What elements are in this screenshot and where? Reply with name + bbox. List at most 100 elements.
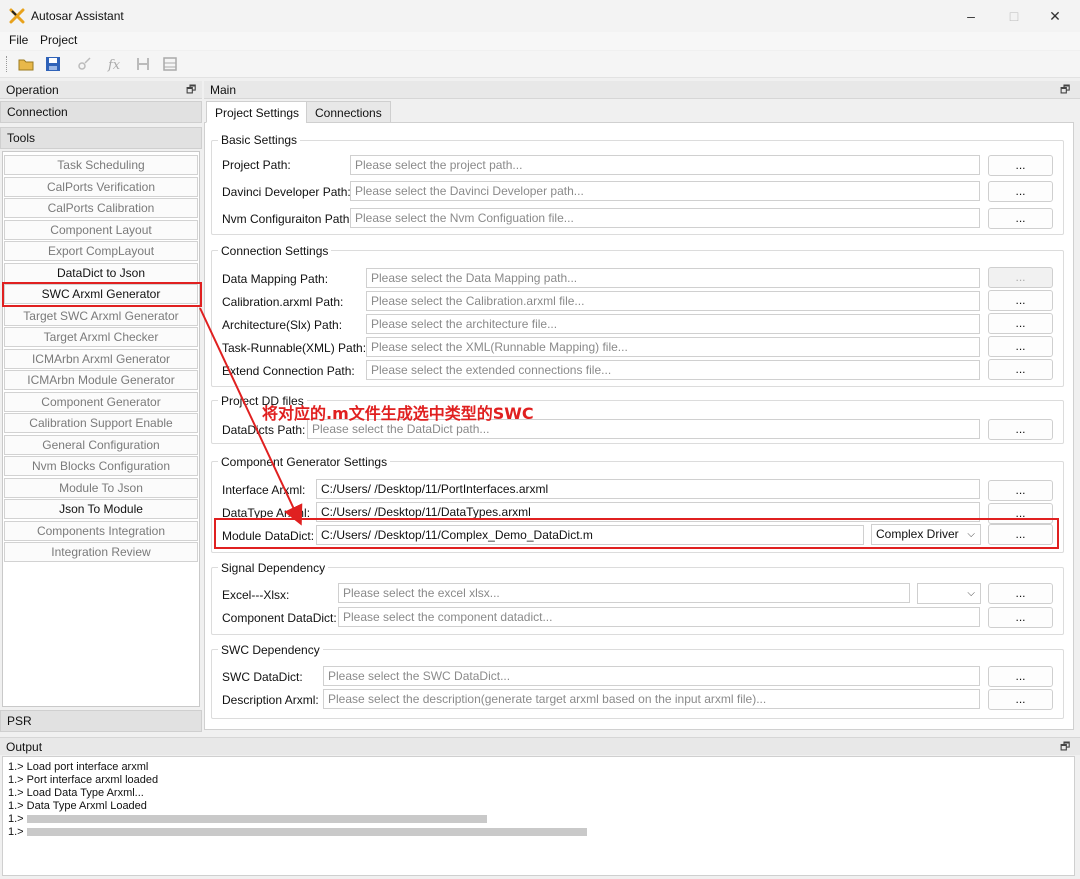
psr-section-button[interactable]: PSR [0, 710, 202, 732]
function-icon[interactable]: fx [106, 55, 124, 73]
tool-task-scheduling[interactable]: Task Scheduling [4, 155, 198, 175]
tool-component-layout[interactable]: Component Layout [4, 220, 198, 240]
tool-calibration-support-enable[interactable]: Calibration Support Enable [4, 413, 198, 433]
tools-section-button[interactable]: Tools [0, 127, 202, 149]
architecture-browse-button[interactable]: ... [988, 313, 1053, 334]
excel-xlsx-input[interactable]: Please select the excel xlsx... [338, 583, 910, 603]
architecture-input[interactable]: Please select the architecture file... [366, 314, 980, 334]
tool-export-complayout[interactable]: Export CompLayout [4, 241, 198, 261]
task-runnable-label: Task-Runnable(XML) Path: [222, 341, 367, 355]
float-dock-icon[interactable]: 🗗 [1060, 81, 1070, 99]
project-path-label: Project Path: [222, 158, 291, 172]
toolbar: fx [0, 51, 1080, 78]
project-path-input[interactable]: Please select the project path... [350, 155, 980, 175]
output-log[interactable]: 1.> Load port interface arxml 1.> Port i… [2, 756, 1075, 876]
tool-json-to-module[interactable]: Json To Module [4, 499, 198, 519]
log-line: 1.> Load port interface arxml [8, 761, 149, 773]
save-icon[interactable] [44, 55, 62, 73]
tool-target-swc-arxml-generator[interactable]: Target SWC Arxml Generator [4, 306, 198, 326]
nvm-path-input[interactable]: Please select the Nvm Configuation file.… [350, 208, 980, 228]
component-datadict-browse-button[interactable]: ... [988, 607, 1053, 628]
maximize-button[interactable]: □ [996, 4, 1032, 28]
tool-target-arxml-checker[interactable]: Target Arxml Checker [4, 327, 198, 347]
tool-icmarbn-module-generator[interactable]: ICMArbn Module Generator [4, 370, 198, 390]
main-dock-header: Main 🗗 [204, 81, 1080, 99]
redacted-text [26, 828, 587, 837]
operation-title: Operation [6, 83, 59, 97]
davinci-path-label: Davinci Developer Path: [222, 185, 351, 199]
log-line-prefix: 1.> [8, 826, 24, 838]
task-runnable-browse-button[interactable]: ... [988, 336, 1053, 357]
highlight-module-datadict-row [214, 518, 1059, 549]
description-arxml-label: Description Arxml: [222, 693, 319, 707]
log-line-prefix: 1.> [8, 813, 24, 825]
architecture-label: Architecture(Slx) Path: [222, 318, 343, 332]
component-generator-title: Component Generator Settings [218, 455, 391, 469]
highlight-swc-generator [2, 282, 202, 307]
float-dock-icon[interactable]: 🗗 [186, 81, 196, 99]
davinci-path-browse-button[interactable]: ... [988, 181, 1053, 202]
swc-dependency-title: SWC Dependency [218, 643, 323, 657]
task-runnable-input[interactable]: Please select the XML(Runnable Mapping) … [366, 337, 980, 357]
calibration-arxml-browse-button[interactable]: ... [988, 290, 1053, 311]
tool-calports-verification[interactable]: CalPorts Verification [4, 177, 198, 197]
close-button[interactable]: ✕ [1037, 4, 1073, 28]
chevron-down-icon: ⌵ [967, 588, 975, 599]
open-folder-icon[interactable] [17, 55, 35, 73]
app-logo-icon [9, 8, 25, 24]
float-dock-icon[interactable]: 🗗 [1060, 738, 1070, 756]
tool-module-to-json[interactable]: Module To Json [4, 478, 198, 498]
davinci-path-input[interactable]: Please select the Davinci Developer path… [350, 181, 980, 201]
extend-connection-browse-button[interactable]: ... [988, 359, 1053, 380]
tool-calports-calibration[interactable]: CalPorts Calibration [4, 198, 198, 218]
interface-arxml-browse-button[interactable]: ... [988, 480, 1053, 501]
tool-components-integration[interactable]: Components Integration [4, 521, 198, 541]
excel-sheet-select[interactable]: ⌵ [917, 583, 981, 604]
log-line: 1.> [8, 826, 1069, 839]
swc-datadict-browse-button[interactable]: ... [988, 666, 1053, 687]
tool-nvm-blocks-configuration[interactable]: Nvm Blocks Configuration [4, 456, 198, 476]
tool-icmarbn-arxml-generator[interactable]: ICMArbn Arxml Generator [4, 349, 198, 369]
datadicts-browse-button[interactable]: ... [988, 419, 1053, 440]
interface-arxml-input[interactable]: C:/Users/ /Desktop/11/PortInterfaces.arx… [316, 479, 980, 499]
merge-icon[interactable] [134, 55, 152, 73]
tool-datadict-to-json[interactable]: DataDict to Json [4, 263, 198, 283]
tool-component-generator[interactable]: Component Generator [4, 392, 198, 412]
menu-file[interactable]: File [9, 33, 28, 47]
extend-connection-label: Extend Connection Path: [222, 364, 355, 378]
tool-general-configuration[interactable]: General Configuration [4, 435, 198, 455]
log-line: 1.> Port interface arxml loaded [8, 774, 159, 786]
connection-section-button[interactable]: Connection [0, 101, 202, 123]
interface-arxml-label: Interface Arxml: [222, 483, 306, 497]
annotation-text: 将对应的.m文件生成选中类型的SWC [262, 404, 534, 423]
excel-xlsx-browse-button[interactable]: ... [988, 583, 1053, 604]
tab-connections[interactable]: Connections [306, 101, 391, 123]
output-dock-header: Output 🗗 [0, 737, 1080, 755]
calibration-arxml-input[interactable]: Please select the Calibration.arxml file… [366, 291, 980, 311]
datadicts-path-label: DataDicts Path: [222, 423, 306, 437]
minimize-button[interactable]: – [953, 4, 989, 28]
toolbar-grip [6, 56, 9, 72]
swc-datadict-label: SWC DataDict: [222, 670, 303, 684]
layout-icon[interactable] [161, 55, 179, 73]
data-mapping-browse-button[interactable]: ... [988, 267, 1053, 288]
window-title: Autosar Assistant [31, 9, 124, 23]
swc-datadict-input[interactable]: Please select the SWC DataDict... [323, 666, 980, 686]
menu-project[interactable]: Project [40, 33, 77, 47]
component-datadict-input[interactable]: Please select the component datadict... [338, 607, 980, 627]
log-line: 1.> Data Type Arxml Loaded [8, 800, 147, 812]
project-path-browse-button[interactable]: ... [988, 155, 1053, 176]
connect-icon[interactable] [76, 55, 94, 73]
log-line: 1.> Load Data Type Arxml... [8, 787, 144, 799]
svg-text:fx: fx [107, 58, 121, 73]
calibration-arxml-label: Calibration.arxml Path: [222, 295, 344, 309]
data-mapping-label: Data Mapping Path: [222, 272, 329, 286]
extend-connection-input[interactable]: Please select the extended connections f… [366, 360, 980, 380]
output-title: Output [6, 740, 43, 754]
data-mapping-input[interactable]: Please select the Data Mapping path... [366, 268, 980, 288]
tab-project-settings[interactable]: Project Settings [206, 101, 309, 123]
description-arxml-browse-button[interactable]: ... [988, 689, 1053, 710]
description-arxml-input[interactable]: Please select the description(generate t… [323, 689, 980, 709]
nvm-path-browse-button[interactable]: ... [988, 208, 1053, 229]
tool-integration-review[interactable]: Integration Review [4, 542, 198, 562]
